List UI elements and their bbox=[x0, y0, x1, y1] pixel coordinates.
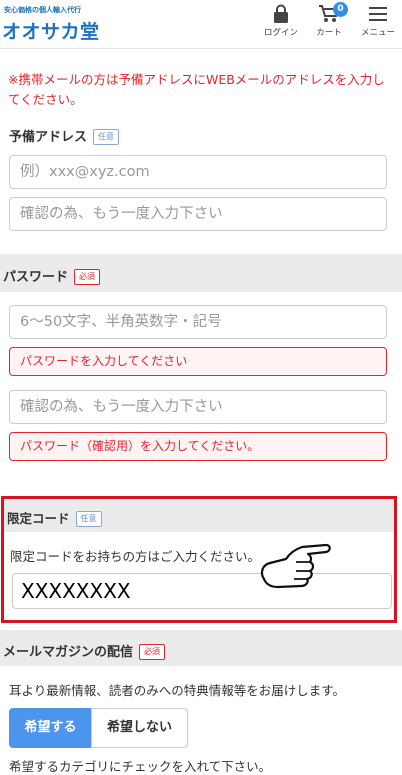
newsletter-category-note: 希望するカテゴリにチェックを入れて下さい。 bbox=[9, 759, 272, 774]
password-confirm-error-message: パスワード（確認用）を入力してください。 bbox=[9, 432, 387, 461]
login-button[interactable]: ログイン bbox=[259, 4, 303, 38]
site-tagline: 安心価格の個人輸入代行 bbox=[4, 6, 81, 14]
login-label: ログイン bbox=[263, 28, 298, 38]
password-section-header: パスワード 必須 bbox=[0, 254, 402, 292]
limited-code-label: 限定コード 任意 bbox=[7, 508, 102, 527]
newsletter-opt-out-button[interactable]: 希望しない bbox=[91, 708, 188, 748]
cart-button[interactable]: 0 カート bbox=[307, 2, 351, 38]
limited-code-header: 限定コード 任意 bbox=[4, 499, 394, 532]
optional-badge: 任意 bbox=[75, 511, 102, 527]
site-logo[interactable]: オオサカ堂 bbox=[2, 17, 100, 44]
backup-email-confirm-input[interactable] bbox=[9, 197, 387, 231]
password-error-message: パスワードを入力してください bbox=[9, 347, 387, 376]
backup-address-title: 予備アドレス bbox=[9, 130, 88, 145]
backup-address-label: 予備アドレス 任意 bbox=[9, 126, 120, 145]
password-input[interactable] bbox=[9, 305, 387, 339]
newsletter-title: メールマガジンの配信 bbox=[3, 645, 134, 660]
mobile-mail-notice: ※携帯メールの方は予備アドレスにWEBメールのアドレスを入力してください。 bbox=[8, 72, 385, 107]
pointing-hand-icon bbox=[256, 539, 332, 599]
password-title: パスワード bbox=[3, 270, 69, 285]
password-confirm-input[interactable] bbox=[9, 390, 387, 424]
menu-icon bbox=[356, 4, 400, 24]
newsletter-opt-in-button[interactable]: 希望する bbox=[9, 708, 92, 748]
password-label: パスワード 必須 bbox=[3, 266, 101, 285]
limited-code-input[interactable]: XXXXXXXX bbox=[12, 573, 392, 609]
limited-code-section: 限定コード 任意 限定コードをお持ちの方はご入力ください。 XXXXXXXX bbox=[1, 496, 397, 623]
newsletter-label: メールマガジンの配信 必須 bbox=[3, 641, 166, 660]
optional-badge: 任意 bbox=[93, 129, 120, 145]
menu-button[interactable]: メニュー bbox=[356, 4, 400, 38]
site-header: 安心価格の個人輸入代行 オオサカ堂 ログイン 0 カート メニュー bbox=[0, 0, 402, 49]
backup-email-input[interactable] bbox=[9, 155, 387, 189]
newsletter-section-header: メールマガジンの配信 必須 bbox=[0, 630, 402, 666]
required-badge: 必須 bbox=[139, 644, 166, 660]
cart-count-badge: 0 bbox=[333, 2, 348, 17]
menu-label: メニュー bbox=[360, 28, 395, 38]
limited-code-title: 限定コード bbox=[7, 511, 70, 526]
limited-code-description: 限定コードをお持ちの方はご入力ください。 bbox=[10, 549, 261, 564]
cart-label: カート bbox=[316, 28, 342, 38]
lock-icon bbox=[259, 4, 303, 24]
newsletter-description: 耳より最新情報、読者のみへの特典情報等をお届けします。 bbox=[9, 683, 346, 698]
required-badge: 必須 bbox=[74, 269, 101, 285]
